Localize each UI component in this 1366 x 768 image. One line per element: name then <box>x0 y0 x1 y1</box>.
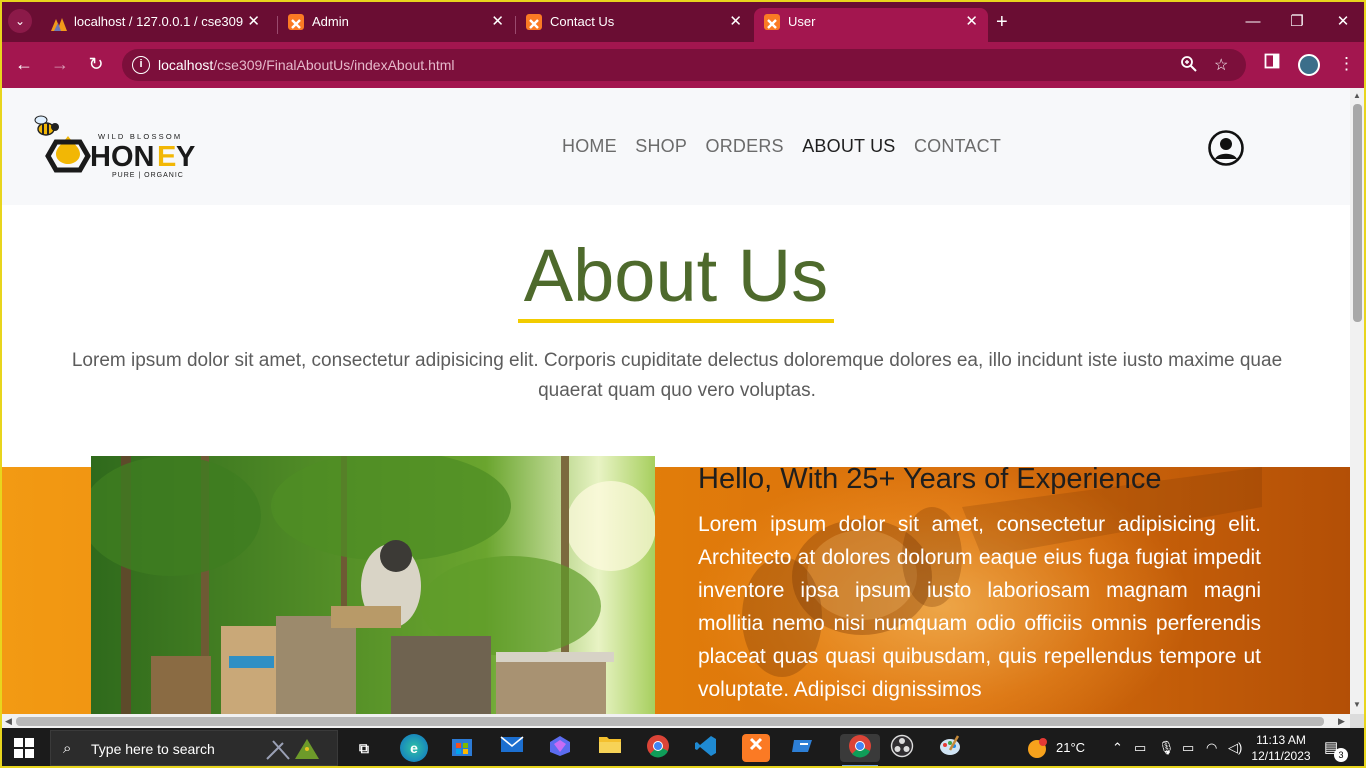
show-hidden-icons-icon[interactable]: ⌃ <box>1112 740 1123 756</box>
search-icon: ⌕ <box>63 740 72 757</box>
xampp-icon <box>526 14 542 30</box>
scroll-down-icon[interactable]: ▼ <box>1353 700 1361 709</box>
profile-avatar[interactable] <box>1298 54 1320 76</box>
nav-shop[interactable]: SHOP <box>635 136 687 156</box>
xampp-icon <box>764 14 780 30</box>
search-highlight-icon <box>263 735 333 766</box>
title-underline <box>518 319 834 323</box>
notification-count-badge: 3 <box>1334 748 1348 762</box>
tab-title: Admin <box>312 14 349 29</box>
remote-app-icon[interactable] <box>790 734 818 762</box>
beekeeper-photo <box>91 456 655 714</box>
vscode-icon[interactable] <box>692 734 720 762</box>
address-bar[interactable]: i localhost/cse309/FinalAboutUs/indexAbo… <box>122 49 1246 81</box>
xampp-icon <box>288 14 304 30</box>
mail-icon[interactable] <box>498 734 526 762</box>
logo-small-text: WILD BLOSSOM <box>98 132 182 141</box>
url-path: /cse309/FinalAboutUs/indexAbout.html <box>213 57 455 73</box>
scroll-thumb[interactable] <box>16 717 1324 726</box>
site-header: WILD BLOSSOM HON E Y PURE | ORGANIC HOME… <box>2 88 1350 205</box>
tab-contact-us[interactable]: Contact Us ✕ <box>516 8 752 42</box>
browser-tabstrip: ⌄ localhost / 127.0.0.1 / cse309 / ✕ Adm… <box>2 2 1364 42</box>
tab-search-button[interactable]: ⌄ <box>8 9 32 33</box>
close-icon[interactable]: ✕ <box>247 8 260 36</box>
clock-time: 11:13 AM <box>1256 733 1306 747</box>
vertical-scrollbar[interactable]: ▲ ▼ <box>1350 88 1364 714</box>
logo-tag-text: PURE | ORGANIC <box>112 172 184 179</box>
paint-icon[interactable] <box>936 734 964 762</box>
search-placeholder: Type here to search <box>91 741 215 757</box>
weather-icon[interactable] <box>1026 738 1048 763</box>
back-button[interactable]: ← <box>12 52 36 76</box>
site-logo[interactable]: WILD BLOSSOM HON E Y PURE | ORGANIC <box>32 112 202 182</box>
scroll-right-icon[interactable]: ▶ <box>1338 716 1345 727</box>
experience-heading: Hello, With 25+ Years of Experience <box>698 463 1162 495</box>
chrome-active-icon[interactable] <box>840 734 880 762</box>
svg-text:HON: HON <box>90 141 154 173</box>
taskbar-search-box[interactable]: ⌕ Type here to search <box>50 730 338 766</box>
bee-icon <box>34 115 59 136</box>
scroll-thumb[interactable] <box>1353 104 1362 322</box>
user-account-icon[interactable] <box>1208 130 1244 166</box>
forward-button[interactable]: → <box>48 52 72 76</box>
svg-text:Y: Y <box>176 141 195 173</box>
browser-toolbar: ← → ↻ i localhost/cse309/FinalAboutUs/in… <box>2 42 1364 88</box>
close-icon[interactable]: ✕ <box>491 8 504 36</box>
restore-button[interactable]: ❐ <box>1274 8 1320 36</box>
nav-contact[interactable]: CONTACT <box>914 136 1001 156</box>
zoom-icon[interactable] <box>1180 55 1198 78</box>
nav-about-us[interactable]: ABOUT US <box>802 136 895 156</box>
menu-kebab-icon[interactable]: ⋮ <box>1338 52 1355 76</box>
reload-button[interactable]: ↻ <box>84 52 108 76</box>
close-icon[interactable]: ✕ <box>965 8 978 36</box>
scroll-up-icon[interactable]: ▲ <box>1353 91 1361 100</box>
xampp-icon[interactable] <box>742 734 770 762</box>
tab-title: localhost / 127.0.0.1 / cse309 / <box>74 14 246 29</box>
scroll-corner <box>1350 714 1364 728</box>
experience-paragraph: Lorem ipsum dolor sit amet, consectetur … <box>698 513 1261 701</box>
tab-phpmyadmin[interactable]: localhost / 127.0.0.1 / cse309 / ✕ <box>40 8 270 42</box>
site-info-icon[interactable]: i <box>132 56 150 74</box>
microphone-icon[interactable]: 🎙 <box>1158 740 1175 756</box>
nav-orders[interactable]: ORDERS <box>706 136 784 156</box>
scroll-left-icon[interactable]: ◀ <box>5 716 12 727</box>
url-host: localhost <box>158 57 214 73</box>
main-nav: HOME SHOP ORDERS ABOUT US CONTACT <box>562 136 1015 157</box>
tab-user[interactable]: User ✕ <box>754 8 988 42</box>
bookmark-star-icon[interactable]: ☆ <box>1214 55 1228 75</box>
horizontal-scrollbar[interactable]: ◀ ▶ <box>2 714 1350 728</box>
volume-icon[interactable]: ◁) <box>1228 740 1242 756</box>
weather-temp[interactable]: 21°C <box>1056 740 1085 755</box>
tab-title: User <box>788 14 816 29</box>
windows-taskbar: ⌕ Type here to search ⧉ e 21°C ⌃ ▭ 🎙 ▭ ◠… <box>2 728 1364 766</box>
svg-text:E: E <box>157 141 176 173</box>
wifi-icon[interactable]: ◠ <box>1206 740 1217 756</box>
close-window-button[interactable]: ✕ <box>1320 8 1364 36</box>
meet-now-icon[interactable]: ▭ <box>1134 740 1146 756</box>
web-page: WILD BLOSSOM HON E Y PURE | ORGANIC HOME… <box>2 88 1350 714</box>
tab-admin[interactable]: Admin ✕ <box>278 8 514 42</box>
battery-icon[interactable]: ▭ <box>1182 740 1194 756</box>
obs-icon[interactable] <box>888 734 916 762</box>
phpmyadmin-icon <box>50 14 67 31</box>
nav-home[interactable]: HOME <box>562 136 617 156</box>
side-panel-icon[interactable] <box>1264 52 1280 76</box>
close-icon[interactable]: ✕ <box>729 8 742 36</box>
screen: ⌄ localhost / 127.0.0.1 / cse309 / ✕ Adm… <box>0 0 1366 768</box>
windows-start-icon[interactable] <box>14 738 34 758</box>
chrome-icon[interactable] <box>644 734 672 762</box>
page-title: About Us <box>523 234 829 317</box>
edge-icon[interactable]: e <box>400 734 428 762</box>
copilot-icon[interactable] <box>546 734 574 762</box>
microsoft-store-icon[interactable] <box>448 734 476 762</box>
about-paragraph: Lorem ipsum dolor sit amet, consectetur … <box>71 350 1283 401</box>
minimize-button[interactable]: — <box>1230 8 1276 36</box>
file-explorer-icon[interactable] <box>596 734 624 762</box>
task-view-icon[interactable]: ⧉ <box>350 734 378 762</box>
new-tab-button[interactable]: + <box>996 8 1008 36</box>
url-text[interactable]: localhost/cse309/FinalAboutUs/indexAbout… <box>158 57 455 73</box>
clock-date: 12/11/2023 <box>1251 749 1311 763</box>
tab-title: Contact Us <box>550 14 615 29</box>
taskbar-clock[interactable]: 11:13 AM 12/11/2023 <box>1248 732 1314 764</box>
